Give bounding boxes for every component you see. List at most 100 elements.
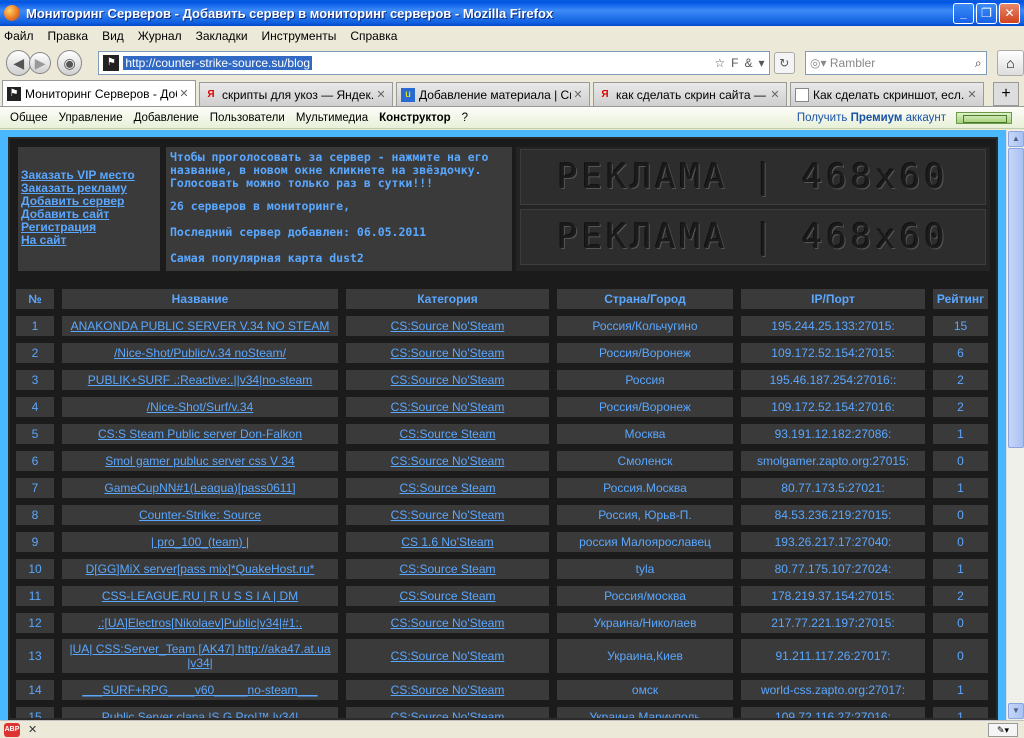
server-category-text[interactable]: CS:Source No'Steam [391,400,505,414]
server-name[interactable]: /Nice-Shot/Public/v.34 noSteam/ [62,342,338,363]
server-name-text[interactable]: ___SURF+RPG____v60_____no-steam___ [82,683,317,697]
reload-button[interactable]: ↻ [773,52,796,74]
server-name[interactable]: /Nice-Shot/Surf/v.34 [62,396,338,417]
close-icon[interactable]: ✕ [177,87,191,100]
menu-edit[interactable]: Правка [48,29,89,43]
scroll-up-icon[interactable]: ▲ [1008,131,1024,147]
server-category[interactable]: CS:Source Steam [346,585,549,606]
server-category[interactable]: CS:Source No'Steam [346,450,549,471]
server-category[interactable]: CS:Source No'Steam [346,369,549,390]
server-category-text[interactable]: CS:Source No'Steam [391,710,505,719]
ucoz-users[interactable]: Пользователи [210,112,285,124]
maximize-button[interactable]: ❐ [976,2,997,24]
panel-toggle-slider[interactable] [956,111,1012,124]
server-name[interactable]: Public Server clana |S.G.Pro|™ |v34| [62,706,338,719]
home-button[interactable]: ⌂ [996,50,1024,76]
ucoz-general[interactable]: Общее [10,112,48,124]
menu-file[interactable]: Файл [4,29,34,43]
ad-banner-2[interactable]: РЕКЛАМА | 468x60 [520,209,986,265]
ad-banner-1[interactable]: РЕКЛАМА | 468x60 [520,149,986,205]
server-name[interactable]: CSS-LEAGUE.RU | R U S S I A | DM [62,585,338,606]
server-category-text[interactable]: CS:Source No'Steam [391,346,505,360]
close-icon[interactable]: ✕ [374,88,388,101]
menu-bookmarks[interactable]: Закладки [196,29,248,43]
ucoz-add[interactable]: Добавление [134,112,199,124]
server-category[interactable]: CS:Source No'Steam [346,504,549,525]
server-category-text[interactable]: CS:Source No'Steam [391,683,505,697]
server-category[interactable]: CS:Source No'Steam [346,639,549,673]
tab-how-screenshot[interactable]: Как сделать скриншот, есл... ✕ [790,82,984,106]
ucoz-help[interactable]: ? [462,112,468,124]
server-name-text[interactable]: /Nice-Shot/Public/v.34 noSteam/ [114,346,286,360]
server-name-text[interactable]: D[GG]MiX server[pass mix]*QuakeHost.ru* [86,562,315,576]
close-icon[interactable]: ✕ [965,88,979,101]
tab-monitoring[interactable]: ⚑ Мониторинг Серверов - Доб... ✕ [2,80,196,106]
server-name-text[interactable]: Smol gamer publuc server css V 34 [105,454,294,468]
server-category[interactable]: CS:Source No'Steam [346,315,549,336]
server-category-text[interactable]: CS:Source No'Steam [391,649,505,663]
ucoz-constructor[interactable]: Конструктор [379,112,451,124]
tab-add-material[interactable]: u Добавление материала | Ск... ✕ [396,82,590,106]
tool-icon[interactable]: ✎▾ [988,722,1018,737]
server-name[interactable]: Counter-Strike: Source [62,504,338,525]
close-button[interactable]: ✕ [999,2,1020,24]
back-button[interactable]: ◀ [6,50,32,76]
address-bar[interactable]: ⚑ http://counter-strike-source.su/blog ☆… [98,51,770,75]
server-category[interactable]: CS:Source No'Steam [346,342,549,363]
tab-yandex-scripts[interactable]: Я скрипты для укоз — Яндек... ✕ [199,82,393,106]
server-name[interactable]: ___SURF+RPG____v60_____no-steam___ [62,679,338,700]
server-category-text[interactable]: CS:Source Steam [399,427,495,441]
server-category-text[interactable]: CS:Source Steam [399,481,495,495]
server-name-text[interactable]: CSS-LEAGUE.RU | R U S S I A | DM [102,589,298,603]
link-to-site[interactable]: На сайт [21,234,160,247]
adblock-icon[interactable]: ABP [4,722,20,737]
server-name-text[interactable]: Public Server clana |S.G.Pro|™ |v34| [102,710,299,719]
server-name-text[interactable]: CS:S Steam Public server Don-Falkon [98,427,302,441]
server-category[interactable]: CS:Source No'Steam [346,679,549,700]
url-text[interactable]: http://counter-strike-source.su/blog [123,56,313,70]
server-name-text[interactable]: |UA| CSS:Server_Team [AK47] http://aka47… [62,642,338,670]
server-name-text[interactable]: | pro_100_(team) | [151,535,249,549]
server-category[interactable]: CS:Source Steam [346,558,549,579]
new-tab-button[interactable]: + [993,82,1019,106]
server-category-text[interactable]: CS:Source No'Steam [391,454,505,468]
server-name-text[interactable]: PUBLIK+SURF .:Reactive:.||v34|no-steam [88,373,312,387]
server-name[interactable]: D[GG]MiX server[pass mix]*QuakeHost.ru* [62,558,338,579]
tab-yandex-screenshot[interactable]: Я как сделать скрин сайта — ... ✕ [593,82,787,106]
server-name[interactable]: ANAKONDA PUBLIC SERVER V.34 NO STEAM [62,315,338,336]
page-info-button[interactable]: ◉ [56,50,83,76]
close-icon[interactable]: ✕ [768,88,782,101]
server-name[interactable]: PUBLIK+SURF .:Reactive:.||v34|no-steam [62,369,338,390]
server-name-text[interactable]: GameCupNN#1(Leaqua)[pass0611] [104,481,295,495]
server-name[interactable]: .:[UA]Electros[Nikolaev]Public|v34|#1:. [62,612,338,633]
server-name[interactable]: | pro_100_(team) | [62,531,338,552]
server-category[interactable]: CS:Source No'Steam [346,396,549,417]
ucoz-multimedia[interactable]: Мультимедиа [296,112,368,124]
server-name[interactable]: |UA| CSS:Server_Team [AK47] http://aka47… [62,639,338,673]
scroll-down-icon[interactable]: ▼ [1008,703,1024,719]
vertical-scrollbar[interactable]: ▲ ▼ [1006,130,1024,720]
server-category-text[interactable]: CS:Source No'Steam [391,319,505,333]
server-category-text[interactable]: CS:Source No'Steam [391,616,505,630]
server-category-text[interactable]: CS:Source Steam [399,562,495,576]
menu-history[interactable]: Журнал [138,29,182,43]
server-name-text[interactable]: .:[UA]Electros[Nikolaev]Public|v34|#1:. [98,616,302,630]
server-category[interactable]: CS 1.6 No'Steam [346,531,549,552]
translate-icon[interactable]: F [731,56,738,70]
server-category-text[interactable]: CS 1.6 No'Steam [401,535,493,549]
server-name-text[interactable]: ANAKONDA PUBLIC SERVER V.34 NO STEAM [71,319,330,333]
server-category[interactable]: CS:Source Steam [346,477,549,498]
scroll-thumb[interactable] [1008,148,1024,448]
close-icon[interactable]: ✕ [571,88,585,101]
dropdown-icon[interactable]: ▾ [759,56,765,70]
search-icon[interactable]: ⌕ [975,56,982,71]
forward-button[interactable]: ▶ [29,52,51,74]
menu-help[interactable]: Справка [350,29,397,43]
server-category[interactable]: CS:Source Steam [346,423,549,444]
server-name-text[interactable]: Counter-Strike: Source [139,508,261,522]
server-category[interactable]: CS:Source No'Steam [346,612,549,633]
server-category[interactable]: CS:Source No'Steam [346,706,549,719]
menu-view[interactable]: Вид [102,29,124,43]
server-name[interactable]: GameCupNN#1(Leaqua)[pass0611] [62,477,338,498]
bookmark-star-icon[interactable]: ☆ [714,56,725,70]
